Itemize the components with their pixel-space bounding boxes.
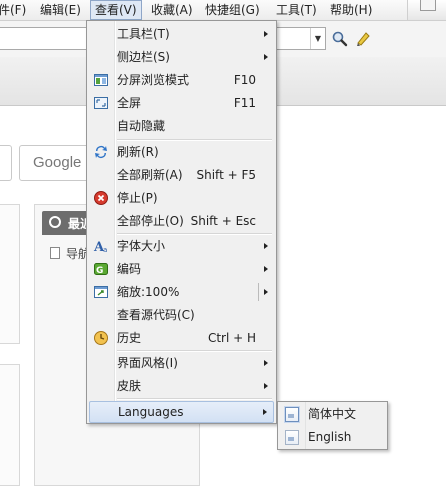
zoom-icon — [94, 286, 108, 298]
submenu-arrow-icon — [264, 383, 268, 389]
content-panel-left — [0, 204, 20, 344]
menubar: 件(F) 编辑(E) 查看(V) 收藏(A) 快捷组(G) 工具(T) 帮助(H… — [0, 0, 446, 21]
submenu-arrow-icon — [264, 54, 268, 60]
languages-submenu: 简体中文 English — [277, 401, 388, 450]
menu-split-divider — [258, 283, 259, 301]
highlighter-icon[interactable] — [354, 30, 372, 48]
menu-quick-groups[interactable]: 快捷组(G) — [201, 0, 264, 20]
menu-tools[interactable]: 工具(T) — [272, 0, 321, 20]
menu-item-split-screen[interactable]: 分屏浏览模式 F10 — [89, 69, 274, 91]
submenu-arrow-icon — [264, 243, 268, 249]
submenu-arrow-icon — [264, 266, 268, 272]
menu-item-sidebar[interactable]: 侧边栏(S) — [89, 46, 274, 68]
search-box-left[interactable] — [0, 145, 12, 181]
window-corner — [407, 0, 446, 20]
menu-separator — [117, 398, 272, 399]
page-icon — [50, 247, 60, 259]
search-engine-selector[interactable]: Google — [19, 145, 89, 181]
menu-item-stop-all[interactable]: 全部停止(O) Shift + Esc — [89, 210, 274, 232]
menu-view[interactable]: 查看(V) — [90, 0, 142, 20]
nav-link[interactable]: 导航 — [50, 245, 90, 262]
language-icon — [285, 430, 299, 445]
content-panel-left-lower — [0, 364, 20, 486]
history-icon — [94, 331, 108, 345]
language-option-simplified-chinese[interactable]: 简体中文 — [280, 403, 385, 425]
split-screen-icon — [94, 74, 108, 86]
menu-item-view-source[interactable]: 查看源代码(C) — [89, 304, 274, 326]
menu-item-history[interactable]: 历史 Ctrl + H — [89, 327, 274, 349]
menu-item-toolbar[interactable]: 工具栏(T) — [89, 23, 274, 45]
menu-separator — [117, 350, 272, 351]
font-size-icon: A a — [93, 240, 107, 254]
menu-item-zoom[interactable]: 缩放:100% — [89, 281, 274, 303]
menu-item-skin[interactable]: 皮肤 — [89, 375, 274, 397]
menu-item-stop[interactable]: 停止(P) — [89, 187, 274, 209]
submenu-arrow-icon — [264, 289, 268, 295]
window-button[interactable] — [420, 0, 436, 11]
submenu-arrow-icon — [264, 31, 268, 37]
menu-separator — [117, 233, 272, 234]
search-icon[interactable] — [331, 30, 349, 48]
menu-item-encoding[interactable]: G 编码 — [89, 258, 274, 280]
menu-item-fullscreen[interactable]: 全屏 F11 — [89, 92, 274, 114]
menu-item-font-size[interactable]: A a 字体大小 — [89, 235, 274, 257]
language-icon — [285, 407, 299, 422]
submenu-arrow-icon — [264, 360, 268, 366]
menu-edit[interactable]: 编辑(E) — [36, 0, 85, 20]
menu-separator — [117, 139, 272, 140]
search-engine-label: Google — [33, 154, 82, 171]
view-menu-dropdown: 工具栏(T) 侧边栏(S) 分屏浏览模式 F10 全屏 F11 自动隐藏 刷新(… — [86, 20, 277, 424]
address-dropdown-icon[interactable]: ▼ — [310, 28, 325, 49]
menu-file[interactable]: 件(F) — [0, 0, 30, 20]
fullscreen-icon — [94, 97, 108, 109]
submenu-arrow-icon — [263, 409, 267, 415]
menu-item-refresh-all[interactable]: 全部刷新(A) Shift + F5 — [89, 164, 274, 186]
encoding-icon: G — [94, 263, 108, 276]
clock-icon — [49, 216, 61, 228]
svg-text:G: G — [96, 266, 103, 276]
menu-item-auto-hide[interactable]: 自动隐藏 — [89, 115, 274, 137]
language-option-english[interactable]: English — [280, 426, 385, 448]
menu-item-refresh[interactable]: 刷新(R) — [89, 141, 274, 163]
stop-icon — [94, 191, 108, 205]
menu-favorites[interactable]: 收藏(A) — [147, 0, 197, 20]
menu-help[interactable]: 帮助(H) — [326, 0, 376, 20]
refresh-icon — [95, 146, 107, 158]
svg-text:a: a — [103, 246, 107, 254]
menu-item-languages[interactable]: Languages — [89, 401, 274, 423]
menu-item-ui-style[interactable]: 界面风格(I) — [89, 352, 274, 374]
